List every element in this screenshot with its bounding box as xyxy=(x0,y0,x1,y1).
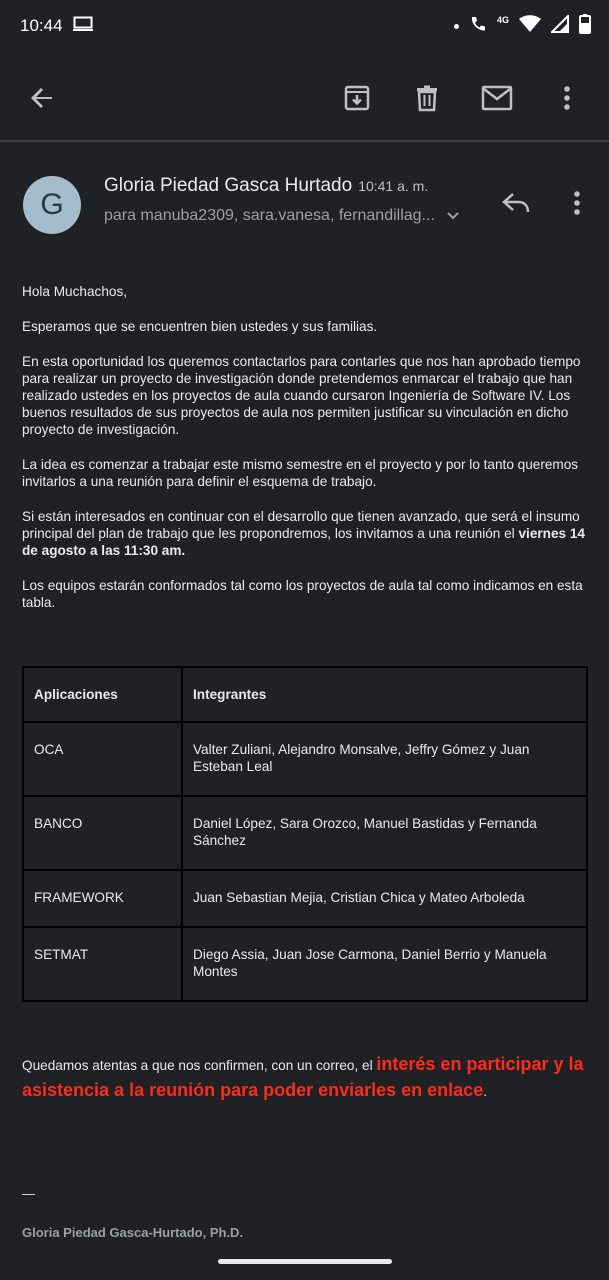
message-body: Hola Muchachos, Esperamos que se encuent… xyxy=(22,283,592,629)
sender-avatar[interactable]: G xyxy=(23,176,81,234)
paragraph-5: Los equipos estarán conformados tal como… xyxy=(22,578,583,610)
back-button[interactable] xyxy=(22,80,62,120)
back-arrow-icon xyxy=(28,84,56,117)
reply-icon xyxy=(502,192,530,219)
sender-name: Gloria Piedad Gasca Hurtado xyxy=(104,175,353,196)
network-type-label: 4G xyxy=(496,15,509,25)
closing-paragraph: Quedamos atentas a que nos confirmen, co… xyxy=(22,1052,592,1104)
status-bar: 10:44 4G xyxy=(0,0,609,52)
more-vert-icon xyxy=(573,190,581,221)
table-row: SETMAT Diego Assia, Juan Jose Carmona, D… xyxy=(22,926,588,1002)
notification-dot-icon xyxy=(453,23,459,29)
table-cell-app: OCA xyxy=(22,721,183,797)
more-vert-icon xyxy=(563,85,571,116)
delete-button[interactable] xyxy=(407,80,447,120)
table-row: OCA Valter Zuliani, Alejandro Monsalve, … xyxy=(22,721,588,797)
sender-line: Gloria Piedad Gasca Hurtado 10:41 a. m. xyxy=(104,175,428,197)
home-indicator[interactable] xyxy=(218,1259,392,1264)
table-row: FRAMEWORK Juan Sebastian Mejia, Cristian… xyxy=(22,869,588,928)
recipients-line[interactable]: para manuba2309, sara.vanesa, fernandill… xyxy=(104,207,460,225)
message-more-button[interactable] xyxy=(562,187,592,223)
table-cell-app: SETMAT xyxy=(22,926,183,1002)
closing-end: . xyxy=(483,1084,487,1099)
reply-button[interactable] xyxy=(498,187,534,223)
battery-icon xyxy=(579,13,591,39)
screen-cast-icon xyxy=(72,16,93,37)
table-cell-members: Diego Assia, Juan Jose Carmona, Daniel B… xyxy=(181,926,588,1002)
table-cell-members: Daniel López, Sara Orozco, Manuel Bastid… xyxy=(181,795,588,871)
delete-icon xyxy=(413,84,441,117)
table-cell-members: Juan Sebastian Mejia, Cristian Chica y M… xyxy=(181,869,588,928)
paragraph-2: En esta oportunidad los queremos contact… xyxy=(22,354,581,437)
status-time: 10:44 xyxy=(20,16,63,35)
table-header-row: Aplicaciones Integrantes xyxy=(22,666,588,723)
email-toolbar xyxy=(0,60,609,140)
table-cell-members: Valter Zuliani, Alejandro Monsalve, Jeff… xyxy=(181,721,588,797)
table-cell-app: BANCO xyxy=(22,795,183,871)
teams-table: Aplicaciones Integrantes OCA Valter Zuli… xyxy=(22,666,588,1002)
message-time: 10:41 a. m. xyxy=(358,178,429,194)
wifi-icon xyxy=(519,14,541,38)
greeting: Hola Muchachos, xyxy=(22,284,128,299)
table-row: BANCO Daniel López, Sara Orozco, Manuel … xyxy=(22,795,588,871)
mark-unread-icon xyxy=(481,85,513,116)
toolbar-divider xyxy=(0,140,609,142)
signal-icon xyxy=(549,13,569,38)
paragraph-4-text: Si están interesados en continuar con el… xyxy=(22,509,580,541)
paragraph-1: Esperamos que se encuentren bien ustedes… xyxy=(22,319,378,334)
archive-icon xyxy=(343,84,371,117)
avatar-letter: G xyxy=(40,188,64,221)
more-options-button[interactable] xyxy=(547,80,587,120)
paragraph-4: Si están interesados en continuar con el… xyxy=(22,508,592,559)
message-header: G Gloria Piedad Gasca Hurtado 10:41 a. m.… xyxy=(0,165,609,245)
mark-unread-button[interactable] xyxy=(477,80,517,120)
recipients-text: para manuba2309, sara.vanesa, fernandill… xyxy=(104,207,435,224)
chevron-down-icon[interactable] xyxy=(447,207,460,224)
paragraph-3: La idea es comenzar a trabajar este mism… xyxy=(22,457,579,489)
table-header-cell: Integrantes xyxy=(181,666,588,723)
table-cell-app: FRAMEWORK xyxy=(22,869,183,928)
signature-name: Gloria Piedad Gasca-Hurtado, Ph.D. xyxy=(22,1225,244,1240)
wifi-calling-icon xyxy=(469,15,487,38)
table-header-cell: Aplicaciones xyxy=(22,666,183,723)
closing-text: Quedamos atentas a que nos confirmen, co… xyxy=(22,1058,377,1073)
archive-button[interactable] xyxy=(337,80,377,120)
signature-separator: — xyxy=(22,1186,35,1201)
